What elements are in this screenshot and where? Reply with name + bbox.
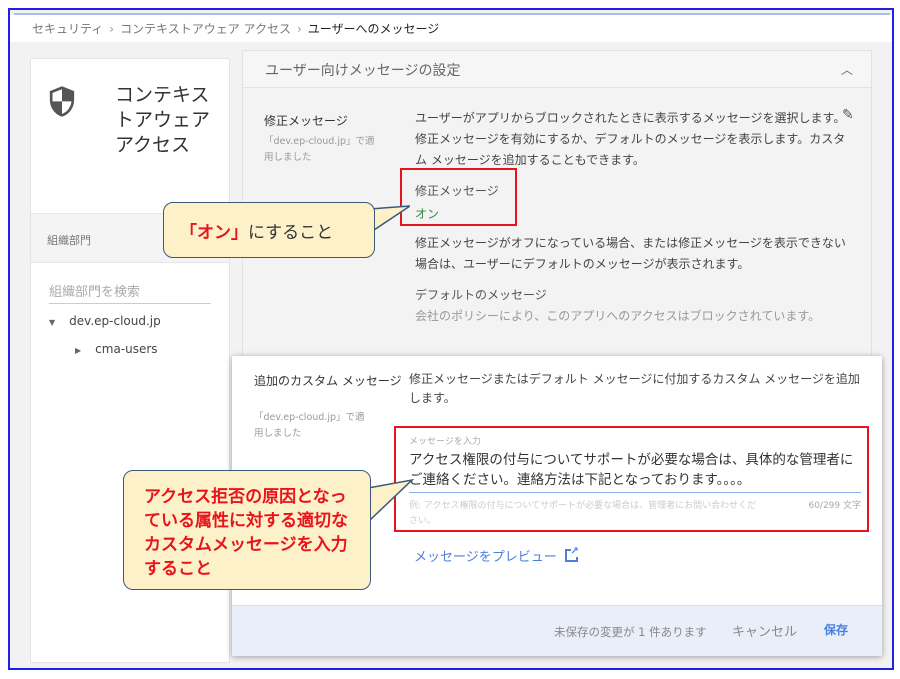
chevron-up-icon[interactable]: ︿: [841, 61, 853, 78]
highlight-box-on: [400, 168, 517, 226]
tree-item-cma-users[interactable]: ▶ cma-users: [75, 342, 158, 356]
remediation-label: 修正メッセージ: [264, 114, 348, 128]
custom-message-field[interactable]: メッセージを入力 アクセス権限の付与についてサポートが必要な場合は、具体的な管理…: [409, 434, 861, 529]
callout-text: にすること: [248, 223, 334, 243]
tree-item-dev[interactable]: ▼ dev.ep-cloud.jp: [49, 314, 161, 328]
default-message-label: デフォルトのメッセージ: [415, 288, 547, 302]
open-in-new-icon: ↗: [564, 547, 579, 562]
callout-on-instruction: 「オン」にすること: [163, 202, 375, 258]
remediation-description: ユーザーがアプリからブロックされたときに表示するメッセージを選択します。修正メッ…: [415, 111, 846, 167]
save-bar: 未保存の変更が 1 件あります キャンセル 保存: [232, 605, 882, 656]
caret-down-icon[interactable]: ▼: [49, 318, 55, 327]
input-label: メッセージを入力: [409, 437, 481, 447]
callout-custom-message-instruction: アクセス拒否の原因となっている属性に対する適切なカスタムメッセージを入力すること: [123, 470, 371, 590]
breadcrumb: セキュリティ › コンテキストアウェア アクセス › ユーザーへのメッセージ: [10, 15, 892, 42]
callout-emphasis: 「オン」: [180, 223, 248, 243]
org-unit-search-input[interactable]: 組織部門を検索: [49, 281, 211, 304]
custom-message-applied: 「dev.ep-cloud.jp」で適用しました: [254, 412, 365, 439]
custom-message-input[interactable]: アクセス権限の付与についてサポートが必要な場合は、具体的な管理者にご連絡ください…: [409, 450, 861, 493]
input-hint: 例: アクセス権限の付与についてサポートが必要な場合は、管理者にお問い合わせくだ…: [409, 501, 757, 526]
tree-item-label: dev.ep-cloud.jp: [69, 314, 161, 328]
tree-item-label: cma-users: [95, 342, 158, 356]
breadcrumb-caa[interactable]: コンテキストアウェア アクセス: [120, 22, 291, 36]
edit-pencil-icon[interactable]: ✎: [842, 107, 854, 123]
shield-icon: [49, 86, 75, 117]
sidebar-title: コンテキストアウェア アクセス: [115, 84, 211, 156]
breadcrumb-separator: ›: [296, 22, 302, 36]
custom-message-description: 修正メッセージまたはデフォルト メッセージに付加するカスタム メッセージを追加し…: [409, 372, 860, 405]
custom-message-label: 追加のカスタム メッセージ: [254, 374, 402, 388]
default-message-value: 会社のポリシーにより、このアプリへのアクセスはブロックされています。: [415, 309, 821, 323]
preview-message-link[interactable]: メッセージをプレビュー ↗: [414, 546, 579, 565]
panel-title: ユーザー向けメッセージの設定: [265, 63, 461, 79]
remediation-applied: 「dev.ep-cloud.jp」で適用しました: [264, 136, 375, 163]
cancel-button[interactable]: キャンセル: [732, 621, 797, 640]
save-button[interactable]: 保存: [824, 621, 848, 638]
breadcrumb-separator: ›: [109, 22, 115, 36]
panel-header[interactable]: ユーザー向けメッセージの設定 ︿: [242, 50, 872, 88]
preview-link-label: メッセージをプレビュー: [414, 550, 557, 565]
remediation-off-note: 修正メッセージがオフになっている場合、または修正メッセージを表示できない場合は、…: [415, 236, 846, 271]
unsaved-changes-text: 未保存の変更が 1 件あります: [554, 625, 707, 639]
char-counter: 60/299 文字: [808, 501, 861, 511]
breadcrumb-current: ユーザーへのメッセージ: [307, 22, 440, 36]
breadcrumb-security[interactable]: セキュリティ: [32, 22, 103, 36]
caret-right-icon[interactable]: ▶: [75, 346, 81, 355]
